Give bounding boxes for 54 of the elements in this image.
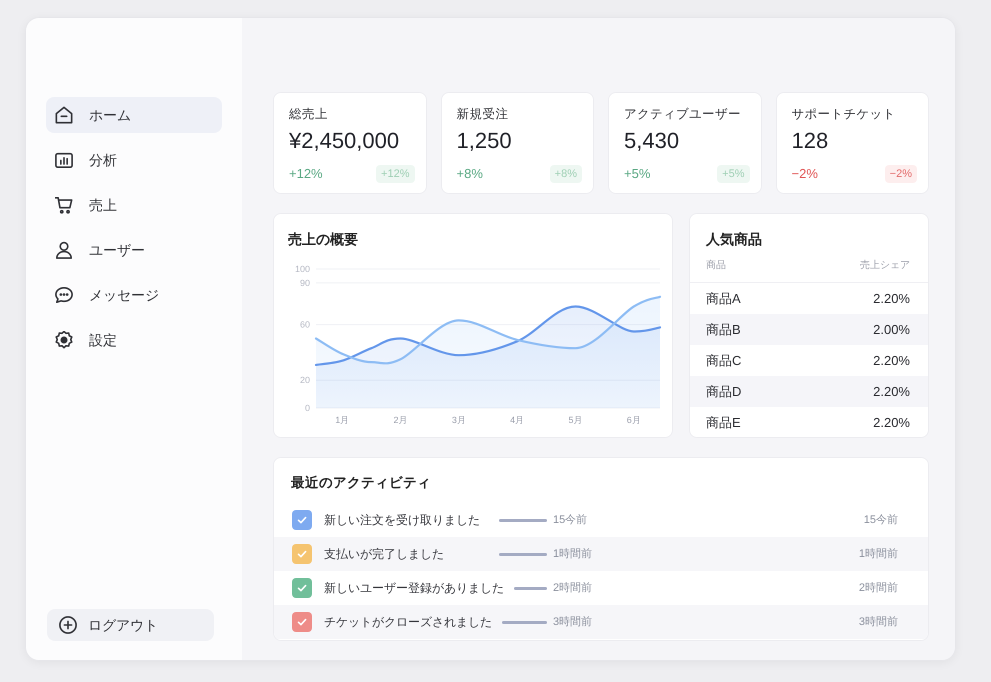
axis-label: 90 — [300, 278, 310, 288]
card-title: 人気商品 — [704, 230, 763, 249]
activity-text: 新しい注文を受け取りました — [324, 512, 481, 529]
activity-time: 2時間前 — [553, 580, 592, 596]
kpi-value: 5,430 — [624, 127, 680, 155]
activity-time: 15今前 — [553, 512, 588, 528]
activity-time: 3時間前 — [553, 614, 592, 630]
axis-label: 6月 — [626, 415, 641, 425]
product-name: 商品D — [706, 382, 742, 401]
activity-time: 2時間前 — [858, 580, 898, 596]
share-value: 2.20% — [873, 382, 910, 401]
share-value: 2.20% — [873, 290, 910, 308]
axis-label: 1月 — [335, 415, 350, 425]
axis-label: 4月 — [510, 415, 524, 425]
axis-label: 60 — [300, 320, 310, 330]
change-badge: +12% — [376, 165, 414, 183]
kpi-change: +12% — [289, 165, 323, 183]
change-badge: +8% — [550, 165, 582, 183]
kpi-value: 1,250 — [456, 127, 513, 155]
share-value: 2.20% — [873, 414, 910, 432]
card-title: 最近のアクティビティ — [290, 474, 432, 492]
axis-label: 5月 — [568, 415, 582, 425]
change-badge: −2% — [884, 165, 917, 183]
kpi-value: ¥2,450,000 — [289, 127, 400, 155]
axis-label: 20 — [300, 375, 310, 386]
activity-time: 1時間前 — [553, 546, 592, 562]
product-name: 商品B — [706, 320, 741, 339]
card-title: 売上の概要 — [287, 230, 359, 249]
activity-time: 3時間前 — [858, 614, 898, 630]
activity-time: 15今前 — [864, 512, 898, 528]
product-name: 商品A — [706, 290, 741, 308]
axis-label: 0 — [304, 403, 310, 413]
kpi-title: アクティブユーザー — [624, 106, 742, 123]
activity-time: 1時間前 — [858, 546, 898, 562]
share-value: 2.00% — [873, 320, 910, 339]
kpi-change: +8% — [456, 165, 483, 183]
axis-label: 100 — [294, 264, 310, 274]
kpi-title: サポートチケット — [792, 106, 896, 123]
change-badge: +5% — [717, 165, 750, 183]
column-header: 売上シェア — [860, 259, 910, 273]
axis-label: 2月 — [394, 415, 408, 425]
product-name: 商品C — [706, 352, 742, 370]
kpi-change: +5% — [624, 165, 650, 183]
product-name: 商品E — [706, 414, 741, 432]
kpi-value: 128 — [792, 127, 830, 155]
share-value: 2.20% — [873, 352, 910, 370]
activity-text: 新しいユーザー登録がありました — [324, 580, 504, 597]
kpi-title: 総売上 — [289, 106, 329, 123]
axis-label: 3月 — [452, 415, 466, 425]
kpi-change: −2% — [792, 165, 818, 183]
column-header: 商品 — [706, 259, 726, 273]
kpi-title: 新規受注 — [456, 106, 510, 123]
activity-text: 支払いが完了しました — [324, 546, 445, 563]
activity-text: チケットがクローズされました — [324, 614, 492, 631]
